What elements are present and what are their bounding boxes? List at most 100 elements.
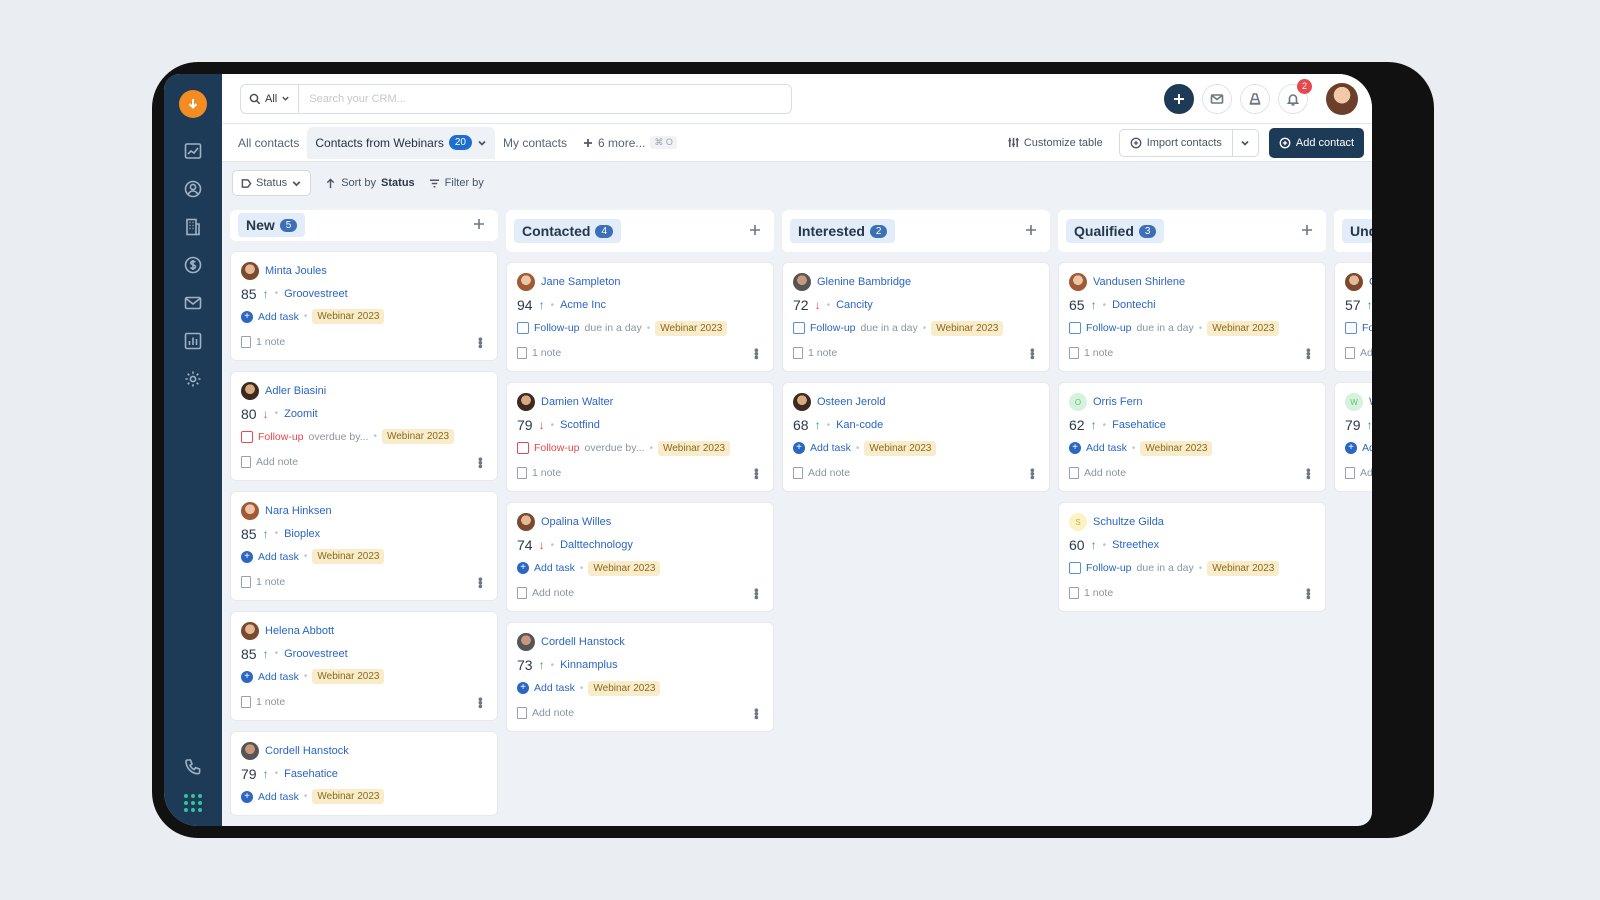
task-link[interactable]: Follow-up xyxy=(810,322,856,334)
sidebar-item-deals[interactable] xyxy=(175,246,211,284)
contact-name-link[interactable]: Damien Walter xyxy=(541,396,613,408)
task-link[interactable]: Add task xyxy=(258,311,299,323)
column-title[interactable]: Contacted 4 xyxy=(514,219,622,243)
sidebar-item-mail[interactable] xyxy=(175,284,211,322)
company-link[interactable]: Groovestreet xyxy=(284,288,348,300)
tag-badge[interactable]: Webinar 2023 xyxy=(312,549,385,565)
checkbox-icon[interactable] xyxy=(793,322,805,334)
sidebar-item-contacts[interactable] xyxy=(175,170,211,208)
task-link[interactable]: Follow-up xyxy=(1362,322,1372,334)
checkbox-icon[interactable] xyxy=(517,442,529,454)
tag-badge[interactable]: Webinar 2023 xyxy=(312,669,385,685)
tag-badge[interactable]: Webinar 2023 xyxy=(657,440,731,456)
contact-card[interactable]: Vandusen Shirlene 65 ↑ • Dontechi Follow-up du… xyxy=(1058,262,1326,372)
company-link[interactable]: Dalttechnology xyxy=(560,539,633,551)
checkbox-icon[interactable] xyxy=(1345,322,1357,334)
contact-card[interactable]: S Schultze Gilda 60 ↑ • Streethex Follow-up due… xyxy=(1058,502,1326,612)
contact-name-link[interactable]: Jane Sampleton xyxy=(541,276,621,288)
filter-button[interactable]: Filter by xyxy=(429,177,484,189)
more-options-icon[interactable]: ••• xyxy=(1301,348,1316,359)
note-link[interactable]: 1 note xyxy=(1084,587,1113,599)
add-card-button[interactable] xyxy=(1024,223,1040,239)
task-link[interactable]: Follow-up xyxy=(534,442,580,454)
more-options-icon[interactable]: ••• xyxy=(1025,348,1040,359)
tag-badge[interactable]: Webinar 2023 xyxy=(1207,560,1280,576)
search-input[interactable] xyxy=(299,92,791,105)
note-link[interactable]: Add note xyxy=(1084,467,1126,479)
company-link[interactable]: Fasehatice xyxy=(284,768,338,780)
contact-card[interactable]: Opalina Willes 74 ↓ • Dalttechnology + Add tas… xyxy=(506,502,774,612)
note-link[interactable]: Add note xyxy=(808,467,850,479)
contact-name-link[interactable]: Gutows xyxy=(1369,276,1372,288)
apps-grid-icon[interactable] xyxy=(184,794,202,812)
add-card-button[interactable] xyxy=(748,223,764,239)
task-link[interactable]: Add task xyxy=(1086,442,1127,454)
tag-badge[interactable]: Webinar 2023 xyxy=(312,789,385,805)
contact-card[interactable]: Damien Walter 79 ↓ • Scotfind Follow-up overdu… xyxy=(506,382,774,492)
contact-name-link[interactable]: Schultze Gilda xyxy=(1093,516,1164,528)
note-link[interactable]: Add note xyxy=(1360,347,1372,359)
contact-name-link[interactable]: Minta Joules xyxy=(265,265,327,277)
create-button[interactable] xyxy=(1164,83,1194,114)
company-link[interactable]: Scotfind xyxy=(560,419,600,431)
sidebar-item-companies[interactable] xyxy=(175,208,211,246)
task-link[interactable]: Add task xyxy=(1362,442,1372,454)
company-link[interactable]: Groovestreet xyxy=(284,648,348,660)
search-scope-dropdown[interactable]: All xyxy=(241,84,300,113)
contact-card[interactable]: Cordell Hanstock 73 ↑ • Kinnamplus + Add task •… xyxy=(506,622,774,732)
more-options-icon[interactable]: ••• xyxy=(1025,468,1040,479)
tab-all-contacts[interactable]: All contacts xyxy=(230,127,307,159)
contact-card[interactable]: Minta Joules 85 ↑ • Groovestreet + Add task • We… xyxy=(230,250,498,361)
tab-contacts-from-webinars[interactable]: Contacts from Webinars 20 xyxy=(307,126,495,159)
task-link[interactable]: Follow-up xyxy=(1086,322,1132,334)
column-title[interactable]: Qualified 3 xyxy=(1066,219,1165,243)
notifications-button[interactable]: 2 xyxy=(1278,78,1312,114)
task-link[interactable]: Add task xyxy=(258,671,299,683)
task-link[interactable]: Follow-up xyxy=(1086,562,1132,574)
add-contact-button[interactable]: Add contact xyxy=(1268,127,1364,158)
note-link[interactable]: Add note xyxy=(532,707,574,719)
contact-card[interactable]: Helena Abbott 85 ↑ • Groovestreet + Add task • W… xyxy=(230,610,498,721)
column-title[interactable]: Unqualifie xyxy=(1342,219,1372,243)
more-options-icon[interactable]: ••• xyxy=(749,708,764,719)
checkbox-icon[interactable] xyxy=(241,430,253,443)
tag-badge[interactable]: Webinar 2023 xyxy=(655,320,728,336)
note-link[interactable]: 1 note xyxy=(256,696,285,708)
contact-card[interactable]: Cordell Hanstock 79 ↑ • Fasehatice + Add task •… xyxy=(230,730,498,816)
sidebar-item-settings[interactable] xyxy=(175,360,211,398)
note-link[interactable]: Add note xyxy=(532,587,574,599)
more-options-icon[interactable]: ••• xyxy=(473,697,488,708)
group-by-status-dropdown[interactable]: Status xyxy=(232,170,312,196)
user-avatar[interactable] xyxy=(1326,82,1358,115)
note-link[interactable]: 1 note xyxy=(808,347,837,359)
more-options-icon[interactable]: ••• xyxy=(749,588,764,599)
import-contacts-button[interactable]: Import contacts xyxy=(1120,130,1232,156)
note-link[interactable]: Add note xyxy=(256,456,298,468)
company-link[interactable]: Cancity xyxy=(836,299,873,311)
company-link[interactable]: Streethex xyxy=(1112,539,1159,551)
company-link[interactable]: Zoomit xyxy=(284,408,318,420)
contact-name-link[interactable]: Vandusen Shirlene xyxy=(1093,276,1185,288)
note-link[interactable]: Add note xyxy=(1360,467,1372,479)
contact-card[interactable]: O Orris Fern 62 ↑ • Fasehatice + Add task • Webin… xyxy=(1058,382,1326,492)
contact-name-link[interactable]: Glenine Bambridge xyxy=(817,276,911,288)
note-link[interactable]: 1 note xyxy=(532,347,561,359)
contact-card[interactable]: Gutows57↑•DFollow-upAdd note xyxy=(1334,262,1372,372)
task-link[interactable]: Add task xyxy=(534,562,575,574)
checkbox-icon[interactable] xyxy=(1069,562,1081,574)
tab-my-contacts[interactable]: My contacts xyxy=(495,127,575,159)
chevron-down-icon[interactable] xyxy=(477,138,487,148)
tasks-button[interactable] xyxy=(1240,83,1270,114)
contact-name-link[interactable]: Orris Fern xyxy=(1093,396,1143,408)
checkbox-icon[interactable] xyxy=(1069,322,1081,334)
sort-button[interactable]: Sort by Status xyxy=(325,177,415,189)
contact-name-link[interactable]: Helena Abbott xyxy=(265,625,334,637)
import-options-dropdown[interactable] xyxy=(1231,129,1258,156)
contact-name-link[interactable]: Osteen Jerold xyxy=(817,396,885,408)
task-link[interactable]: Add task xyxy=(534,682,575,694)
note-link[interactable]: 1 note xyxy=(256,576,285,588)
more-options-icon[interactable]: ••• xyxy=(473,457,488,468)
contact-name-link[interactable]: Opalina Willes xyxy=(541,516,611,528)
note-link[interactable]: 1 note xyxy=(256,336,285,348)
contact-name-link[interactable]: Worces xyxy=(1369,396,1372,408)
